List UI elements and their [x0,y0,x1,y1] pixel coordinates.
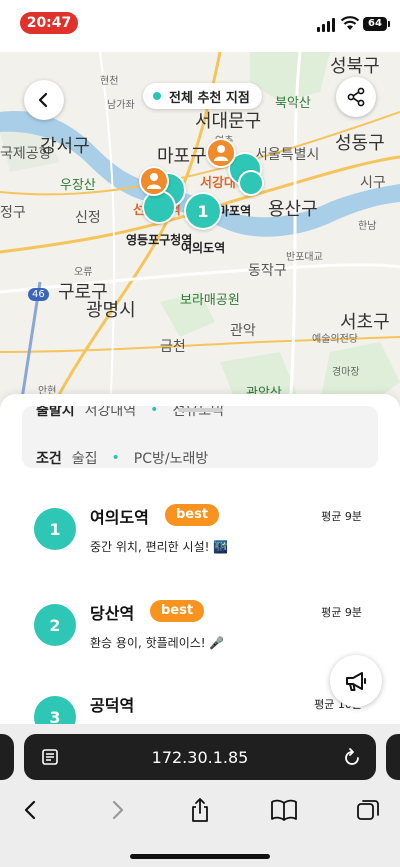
filter-chip[interactable]: 전체 추천 지점 [143,83,262,109]
map-label: 우장산 [60,178,96,193]
average-time: 평균 9분 [321,510,362,523]
separator-dot: • [150,406,159,418]
url-text: 172.30.1.85 [151,748,249,767]
map-label: 여의도역 [181,241,226,255]
map-label: 정구 [0,205,26,221]
recommendation-item[interactable]: 1 여의도역 best 평균 9분 중간 위치, 편리한 시설! 🌃 [0,494,400,584]
map-label: 서울특별시 [255,147,320,163]
map-label: 금천 [160,339,186,355]
item-title: 당산역 [90,604,135,623]
map-label: 한남 [358,221,377,232]
rank-badge: 2 [34,604,76,646]
previous-tab-peek[interactable] [0,734,14,780]
item-description: 환승 용이, 핫플레이스! 🎤 [90,636,225,650]
nav-back-icon [24,800,36,820]
map-label: 강서구 [40,136,90,157]
map-label: 광명시 [86,300,136,321]
share-out-button[interactable] [184,794,216,826]
condition-row: 조건 술집 • PC방/노래방 [36,448,208,468]
conditions-box: 출발지 서강대역 • 선유도역 조건 술집 • PC방/노래방 [22,406,378,468]
map-label: 마포구 [157,146,207,167]
map-label: 현천 [100,76,119,87]
back-button[interactable] [24,80,64,120]
map-marker-rank-1[interactable]: 1 [184,192,222,230]
reload-icon[interactable] [342,746,362,768]
average-time: 평균 9분 [321,606,362,619]
address-bar[interactable]: 172.30.1.85 [24,734,376,780]
departure-key: 출발지 [36,406,75,419]
map-label: 남가좌 [107,100,135,111]
home-indicator[interactable] [130,854,270,859]
departure-value-a: 서강대역 [84,406,137,419]
map-label: 반포대교 [286,252,323,263]
map-label: 마포역 [218,204,252,218]
share-out-icon [192,798,208,822]
rank-badge: 3 [34,696,76,724]
condition-value-b: PC방/노래방 [133,451,209,467]
filter-dot [153,92,161,100]
condition-key: 조건 [36,451,62,467]
next-tab-peek[interactable] [386,734,400,780]
tabs-icon [357,800,379,820]
megaphone-icon [346,672,366,691]
status-time: 20:47 [20,12,78,34]
separator-dot: • [111,450,120,466]
map-label: 관악 [230,323,256,339]
rank-badge: 1 [34,508,76,550]
bookmarks-button[interactable] [268,794,300,826]
browser-chrome: 172.30.1.85 [0,724,400,867]
map-label: 용산구 [268,199,318,220]
map-label: 동작구 [248,263,287,279]
sheet-drag-handle[interactable] [178,408,222,412]
route-46-badge: 46 [28,288,49,301]
map-label: 예술의전당 [312,334,358,345]
map-label: 서대문구 [195,111,262,132]
share-icon [347,87,365,107]
tabs-button[interactable] [352,794,384,826]
person-marker-icon[interactable] [139,166,169,196]
wifi-icon [340,16,360,30]
megaphone-button[interactable] [330,655,382,707]
battery-indicator: 64 [363,17,390,31]
back-arrow-icon [38,92,48,108]
map-label: 시구 [360,175,386,191]
map-label: 보라매공원 [180,293,240,308]
map-label: 신정 [75,210,101,226]
person-marker-icon[interactable] [206,138,236,168]
status-bar: 20:47 64 [0,0,400,52]
filter-chip-label: 전체 추천 지점 [169,90,250,106]
map-label: 오류 [74,267,93,278]
best-badge: best [165,504,220,526]
map-label: 경마장 [332,367,360,378]
condition-value-a: 술집 [71,451,98,467]
nav-forward-icon [112,800,124,820]
item-description: 중간 위치, 편리한 시설! 🌃 [90,540,229,554]
map-marker[interactable] [238,170,264,196]
item-title: 공덕역 [90,696,135,715]
map-view[interactable]: 성북구 현천 북악산 남가좌 서대문구 마포구 역촌 서울특별시 국제공항 강서… [0,52,400,412]
item-title: 여의도역 [90,508,149,527]
map-label: 성북구 [330,56,380,77]
map-label: 북악산 [275,96,311,111]
best-badge: best [150,600,205,622]
share-button[interactable] [336,77,376,117]
signal-icon [317,18,335,32]
map-label: 성동구 [335,133,385,154]
nav-forward-button[interactable] [101,794,133,826]
nav-back-button[interactable] [15,794,47,826]
bookmarks-icon [271,799,297,821]
